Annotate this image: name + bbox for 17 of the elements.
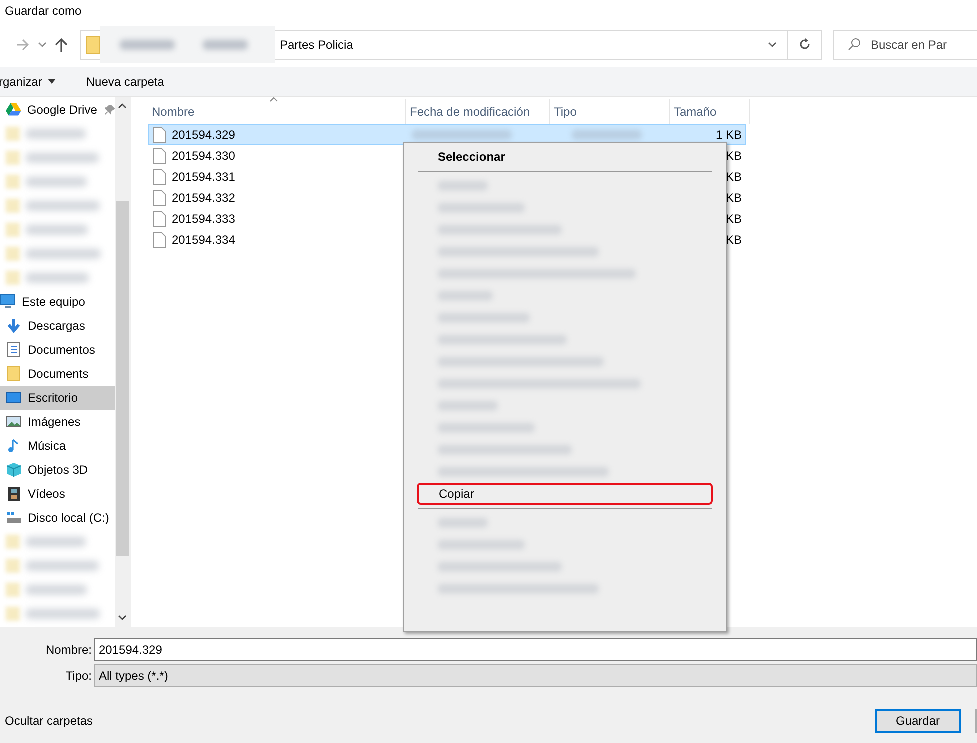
file-name: 201594.333 bbox=[172, 210, 236, 228]
file-name: 201594.331 bbox=[172, 168, 236, 186]
file-size: KB bbox=[726, 190, 743, 206]
file-size: KB bbox=[726, 232, 743, 248]
file-name: 201594.329 bbox=[172, 126, 236, 144]
file-size: KB bbox=[726, 210, 743, 228]
file-size: KB bbox=[726, 148, 743, 164]
file-name: 201594.334 bbox=[172, 232, 236, 248]
file-name: 201594.332 bbox=[172, 190, 236, 206]
file-name: 201594.330 bbox=[172, 148, 236, 164]
field-label: Nombre: bbox=[44, 642, 93, 658]
file-size: 1 KB bbox=[716, 126, 743, 144]
search-placeholder: Buscar en Par bbox=[871, 36, 948, 54]
file-size: KB bbox=[726, 168, 743, 186]
field-label: Tipo: bbox=[64, 668, 93, 684]
address-path: Partes Policia bbox=[280, 36, 354, 54]
window-title: Guardar como bbox=[5, 3, 82, 20]
